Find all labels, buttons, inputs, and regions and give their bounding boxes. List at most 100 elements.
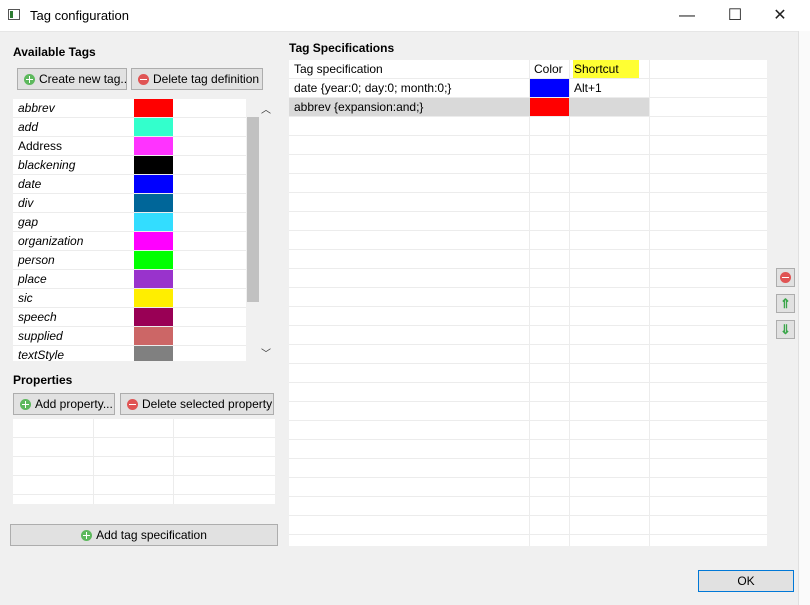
tag-color-swatch[interactable] <box>134 327 173 345</box>
tag-name: div <box>18 196 34 210</box>
empty-row <box>289 497 767 516</box>
empty-row <box>289 193 767 212</box>
add-property-button[interactable]: Add property... <box>13 393 115 415</box>
empty-row <box>289 155 767 174</box>
add-property-label: Add property... <box>35 397 113 411</box>
empty-row <box>289 288 767 307</box>
tag-color-swatch[interactable] <box>134 251 173 269</box>
spec-color-swatch[interactable] <box>530 79 569 97</box>
add-icon <box>24 73 35 85</box>
empty-row <box>289 478 767 497</box>
spec-shortcut[interactable]: Alt+1 <box>574 81 602 95</box>
app-icon <box>8 9 20 20</box>
spec-row[interactable]: abbrev {expansion:and;} <box>289 98 767 117</box>
tag-color-swatch[interactable] <box>134 175 173 193</box>
remove-icon <box>780 272 791 283</box>
tag-name: place <box>18 272 47 286</box>
tag-color-swatch[interactable] <box>134 232 173 250</box>
tag-color-swatch[interactable] <box>134 194 173 212</box>
tag-row[interactable]: add <box>13 118 258 137</box>
empty-row <box>289 212 767 231</box>
tag-row[interactable]: textStyle <box>13 346 258 361</box>
empty-row <box>289 250 767 269</box>
available-tags-title: Available Tags <box>13 45 96 59</box>
tag-row[interactable]: person <box>13 251 258 270</box>
empty-row <box>289 174 767 193</box>
empty-row <box>289 440 767 459</box>
spec-row[interactable]: date {year:0; day:0; month:0;} Alt+1 <box>289 79 767 98</box>
tag-name: Address <box>18 139 63 153</box>
tag-row[interactable]: supplied <box>13 327 258 346</box>
tag-row[interactable]: date <box>13 175 258 194</box>
empty-row <box>289 326 767 345</box>
empty-row <box>289 307 767 326</box>
add-icon <box>81 529 93 541</box>
delete-selected-property-button[interactable]: Delete selected property <box>120 393 274 415</box>
tag-specifications-table[interactable]: Tag specification Color Shortcut date {y… <box>289 60 767 546</box>
empty-row <box>289 421 767 440</box>
tag-name: gap <box>18 215 39 229</box>
arrow-up-icon: ⇑ <box>780 296 791 311</box>
tag-color-swatch[interactable] <box>134 270 173 288</box>
tag-color-swatch[interactable] <box>134 213 173 231</box>
tag-row[interactable]: place <box>13 270 258 289</box>
scroll-down-icon[interactable]: ﹀ <box>261 345 271 360</box>
empty-row <box>289 364 767 383</box>
empty-row <box>289 535 767 546</box>
tag-row[interactable]: Address <box>13 137 258 156</box>
title-bar: Tag configuration — ☐ ✕ <box>0 0 810 32</box>
tag-color-swatch[interactable] <box>134 99 173 117</box>
empty-row <box>289 117 767 136</box>
create-new-tag-button[interactable]: Create new tag... <box>17 68 127 90</box>
add-tag-specification-button[interactable]: Add tag specification <box>10 524 278 546</box>
empty-row <box>289 402 767 421</box>
properties-title: Properties <box>13 373 73 387</box>
remove-icon <box>127 398 138 410</box>
ok-button[interactable]: OK <box>698 570 794 592</box>
empty-row <box>289 136 767 155</box>
empty-row <box>289 231 767 250</box>
tag-row[interactable]: organization <box>13 232 258 251</box>
tag-row[interactable]: sic <box>13 289 258 308</box>
tags-scrollbar-thumb[interactable] <box>247 117 259 302</box>
spec-text: abbrev {expansion:and;} <box>294 100 424 114</box>
minimize-button[interactable]: — <box>664 0 710 31</box>
tag-name: date <box>18 177 42 191</box>
scroll-up-icon[interactable]: ︿ <box>261 101 271 116</box>
empty-row <box>289 345 767 364</box>
tag-row[interactable]: div <box>13 194 258 213</box>
tag-name: sic <box>18 291 33 305</box>
tag-name: blackening <box>18 158 76 172</box>
remove-icon <box>138 73 149 85</box>
tag-color-swatch[interactable] <box>134 118 173 136</box>
empty-row <box>289 516 767 535</box>
tag-row[interactable]: gap <box>13 213 258 232</box>
close-button[interactable]: ✕ <box>757 0 803 31</box>
tag-color-swatch[interactable] <box>134 308 173 326</box>
properties-table[interactable] <box>13 419 275 504</box>
empty-row <box>289 269 767 288</box>
remove-spec-button[interactable] <box>776 268 795 287</box>
tag-row[interactable]: speech <box>13 308 258 327</box>
window-title: Tag configuration <box>30 8 130 23</box>
empty-row <box>289 459 767 478</box>
move-down-button[interactable]: ⇓ <box>776 320 795 339</box>
tag-row[interactable]: blackening <box>13 156 258 175</box>
table-header-row: Tag specification Color Shortcut <box>289 60 767 79</box>
available-tags-list[interactable]: abbrev add Address blackening date div gap orga… <box>13 99 260 361</box>
tag-name: supplied <box>18 329 63 343</box>
tag-name: abbrev <box>18 101 55 115</box>
spec-color-swatch[interactable] <box>530 98 569 116</box>
tag-color-swatch[interactable] <box>134 346 173 361</box>
tag-name: organization <box>18 234 84 248</box>
tag-color-swatch[interactable] <box>134 289 173 307</box>
move-up-button[interactable]: ⇑ <box>776 294 795 313</box>
maximize-button[interactable]: ☐ <box>712 0 758 31</box>
tag-row[interactable]: abbrev <box>13 99 258 118</box>
delete-selected-property-label: Delete selected property <box>142 397 273 411</box>
tag-color-swatch[interactable] <box>134 137 173 155</box>
tag-color-swatch[interactable] <box>134 156 173 174</box>
delete-tag-definition-button[interactable]: Delete tag definition <box>131 68 263 90</box>
spec-text: date {year:0; day:0; month:0;} <box>294 81 452 95</box>
tag-name: add <box>18 120 39 134</box>
